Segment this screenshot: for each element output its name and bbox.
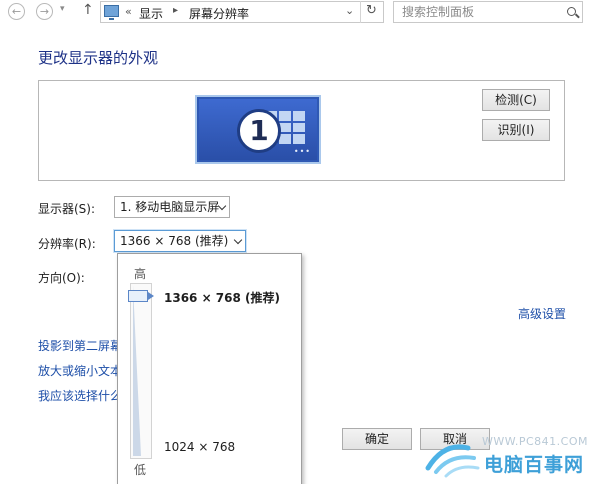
resolution-select-value: 1366 × 768 (推荐) <box>120 234 229 248</box>
left-arrow-icon: ← <box>11 5 22 18</box>
monitor-number: 1 <box>249 114 269 147</box>
resolution-label: 分辨率(R): <box>38 237 96 251</box>
search-input[interactable]: 搜索控制面板 <box>393 1 583 23</box>
breadcrumb-overflow[interactable]: « <box>125 5 132 18</box>
control-panel-icon <box>104 5 119 20</box>
watermark-url: WWW.PC841.COM <box>482 435 588 448</box>
monitor-preview-panel: 1 ••• 检测(C) 识别(I) <box>38 80 565 181</box>
project-second-screen-link[interactable]: 投影到第二屏幕 <box>38 337 122 354</box>
which-settings-link[interactable]: 我应该选择什么 <box>38 387 122 404</box>
detect-button[interactable]: 检测(C) <box>482 89 550 111</box>
resolution-low-label: 低 <box>134 463 147 477</box>
resolution-select[interactable]: 1366 × 768 (推荐) <box>114 230 246 252</box>
monitor-thumbnail[interactable]: 1 ••• <box>195 95 321 164</box>
identify-button[interactable]: 识别(I) <box>482 119 550 141</box>
up-arrow-icon[interactable]: ↑ <box>82 2 94 18</box>
orientation-label: 方向(O): <box>38 271 85 285</box>
resolution-high-label: 高 <box>134 267 147 281</box>
resolution-option-1024x768[interactable]: 1024 × 768 <box>164 440 235 454</box>
watermark: WWW.PC841.COM 电脑百事网 <box>412 432 600 484</box>
enlarge-text-link[interactable]: 放大或缩小文本 <box>38 362 122 379</box>
breadcrumb-arrow-icon[interactable]: ▸ <box>173 5 178 16</box>
ok-button[interactable]: 确定 <box>342 428 412 450</box>
address-dropdown-icon[interactable]: ⌄ <box>345 4 354 17</box>
display-select-value: 1. 移动电脑显示屏 <box>120 200 220 214</box>
address-bar[interactable]: « 显示 ▸ 屏幕分辨率 ⌄ <box>100 1 384 23</box>
resolution-option-1366x768[interactable]: 1366 × 768 (推荐) <box>164 289 280 306</box>
monitor-dots-icon: ••• <box>293 147 311 156</box>
search-placeholder: 搜索控制面板 <box>402 5 475 19</box>
monitor-number-badge: 1 <box>237 109 281 153</box>
forward-button[interactable]: → <box>36 3 53 20</box>
chevron-down-icon <box>233 235 243 245</box>
breadcrumb-screen-resolution[interactable]: 屏幕分辨率 <box>189 5 249 22</box>
resolution-dropdown-popup: 高 1366 × 768 (推荐) 1024 × 768 低 <box>117 253 302 484</box>
back-button[interactable]: ← <box>8 3 25 20</box>
refresh-icon[interactable]: ↻ <box>360 1 382 23</box>
right-arrow-icon: → <box>39 5 50 18</box>
watermark-site-name: 电脑百事网 <box>484 454 585 476</box>
display-select[interactable]: 1. 移动电脑显示屏 <box>114 196 230 218</box>
recent-pages-dropdown-icon[interactable]: ▾ <box>60 4 65 14</box>
advanced-settings-link[interactable]: 高级设置 <box>518 305 566 322</box>
watermark-logo-icon <box>425 444 480 478</box>
monitor-screen: 1 ••• <box>199 99 317 160</box>
breadcrumb-display[interactable]: 显示 <box>139 5 163 22</box>
search-icon[interactable] <box>567 7 576 16</box>
navigation-bar: ← → ▾ ↑ « 显示 ▸ 屏幕分辨率 ⌄ ↻ 搜索控制面板 <box>0 0 600 24</box>
resolution-wedge-shape <box>133 286 149 456</box>
resolution-slider-thumb[interactable] <box>128 290 154 302</box>
display-label: 显示器(S): <box>38 202 96 216</box>
page-title: 更改显示器的外观 <box>38 49 159 67</box>
